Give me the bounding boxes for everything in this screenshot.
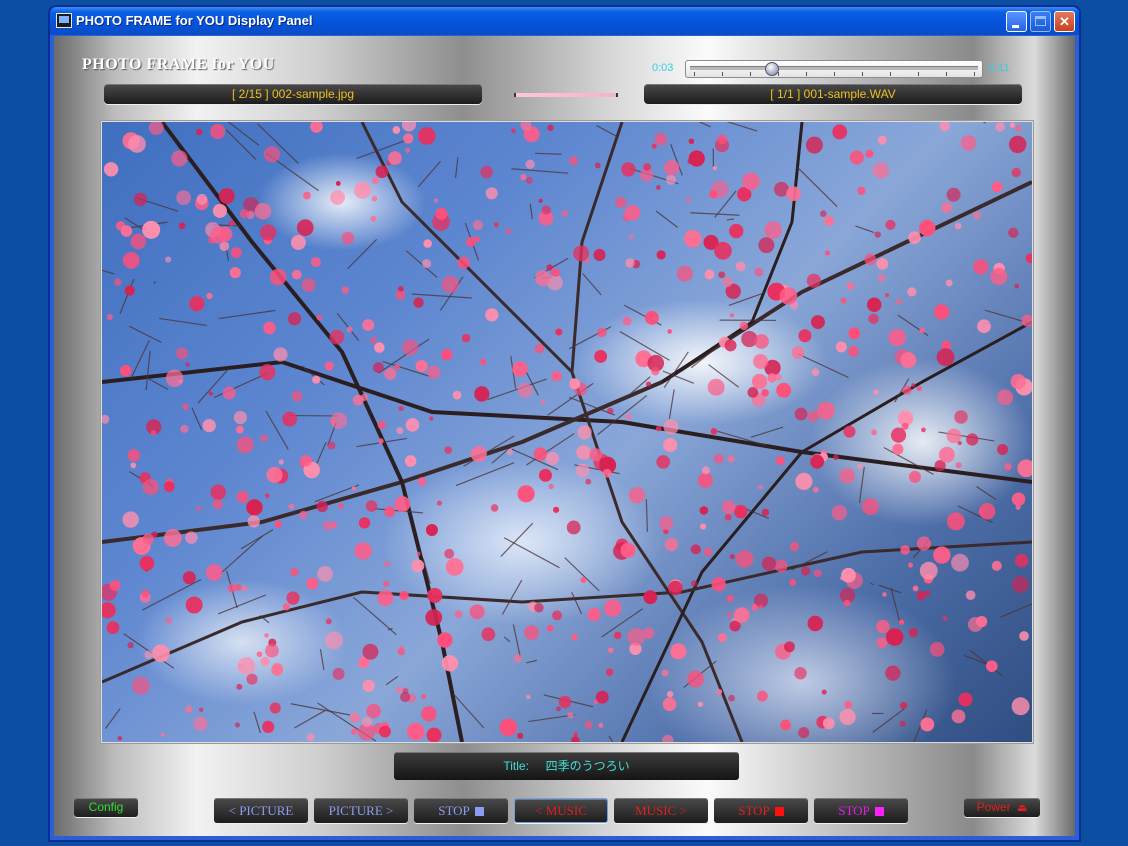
app-icon[interactable] — [56, 13, 72, 28]
stop-square-icon — [474, 807, 484, 816]
next-picture-button[interactable]: PICTURE > — [314, 798, 408, 823]
power-icon: ⏏ — [1016, 802, 1028, 814]
slider-tick — [722, 72, 723, 76]
stop-square-icon — [774, 807, 784, 816]
title-bar[interactable]: PHOTO FRAME for YOU Display Panel ✕ — [50, 7, 1079, 35]
slider-tick — [750, 72, 751, 76]
stop-square-icon — [874, 807, 884, 816]
slider-tick — [778, 72, 779, 76]
maximize-button[interactable] — [1030, 11, 1051, 32]
stop-music-label: STOP — [738, 803, 770, 818]
slider-tick — [946, 72, 947, 76]
stop-music-button[interactable]: STOP — [714, 798, 808, 823]
display-panel: PHOTO FRAME for YOU [ 2/15 ] 002-sample.… — [54, 36, 1075, 836]
stop-picture-button[interactable]: STOP — [414, 798, 508, 823]
minimize-button[interactable] — [1006, 11, 1027, 32]
config-button[interactable]: Config — [74, 798, 138, 817]
picture-progress-bar — [514, 93, 618, 97]
prev-picture-button[interactable]: < PICTURE — [214, 798, 308, 823]
picture-info-text: [ 2/15 ] 002-sample.jpg — [231, 87, 355, 101]
close-button[interactable]: ✕ — [1054, 11, 1075, 32]
stop-all-label: STOP — [838, 803, 870, 818]
app-window: PHOTO FRAME for YOU Display Panel ✕ PHOT… — [49, 6, 1080, 841]
plum-blossom-photo-art — [102, 122, 1032, 742]
photo-title-bar: Title: 四季のうつろい — [394, 752, 739, 780]
prev-picture-label: < PICTURE — [228, 803, 294, 818]
music-info-bar: [ 1/1 ] 001-sample.WAV — [644, 84, 1022, 104]
displayed-photo[interactable] — [102, 122, 1032, 742]
slider-tick — [806, 72, 807, 76]
title-value: 四季のうつろい — [545, 759, 630, 773]
title-label: Title: — [503, 759, 529, 773]
slider-tick — [862, 72, 863, 76]
music-position-slider[interactable] — [685, 60, 983, 78]
slider-thumb[interactable] — [765, 62, 779, 76]
next-music-label: MUSIC > — [635, 803, 687, 818]
slider-tick — [890, 72, 891, 76]
time-elapsed: 0:03 — [652, 62, 674, 74]
prev-music-button[interactable]: < MUSIC — [514, 798, 608, 823]
slider-tick — [974, 72, 975, 76]
photo-frame — [100, 120, 1034, 744]
slider-groove — [690, 66, 978, 70]
slider-tick — [834, 72, 835, 76]
brand-logo: PHOTO FRAME for YOU — [82, 56, 275, 73]
prev-music-label: < MUSIC — [535, 803, 587, 818]
music-info-text: [ 1/1 ] 001-sample.WAV — [770, 87, 896, 101]
slider-tick — [694, 72, 695, 76]
power-label: Power — [976, 800, 1011, 814]
stop-picture-label: STOP — [438, 803, 470, 818]
next-picture-label: PICTURE > — [328, 803, 394, 818]
next-music-button[interactable]: MUSIC > — [614, 798, 708, 823]
time-total: 0:11 — [989, 62, 1010, 74]
window-title: PHOTO FRAME for YOU Display Panel — [76, 13, 313, 28]
stop-all-button[interactable]: STOP — [814, 798, 908, 823]
picture-info-bar: [ 2/15 ] 002-sample.jpg — [104, 84, 482, 104]
config-label: Config — [88, 800, 124, 814]
slider-tick — [918, 72, 919, 76]
power-button[interactable]: Power ⏏ — [964, 798, 1040, 817]
